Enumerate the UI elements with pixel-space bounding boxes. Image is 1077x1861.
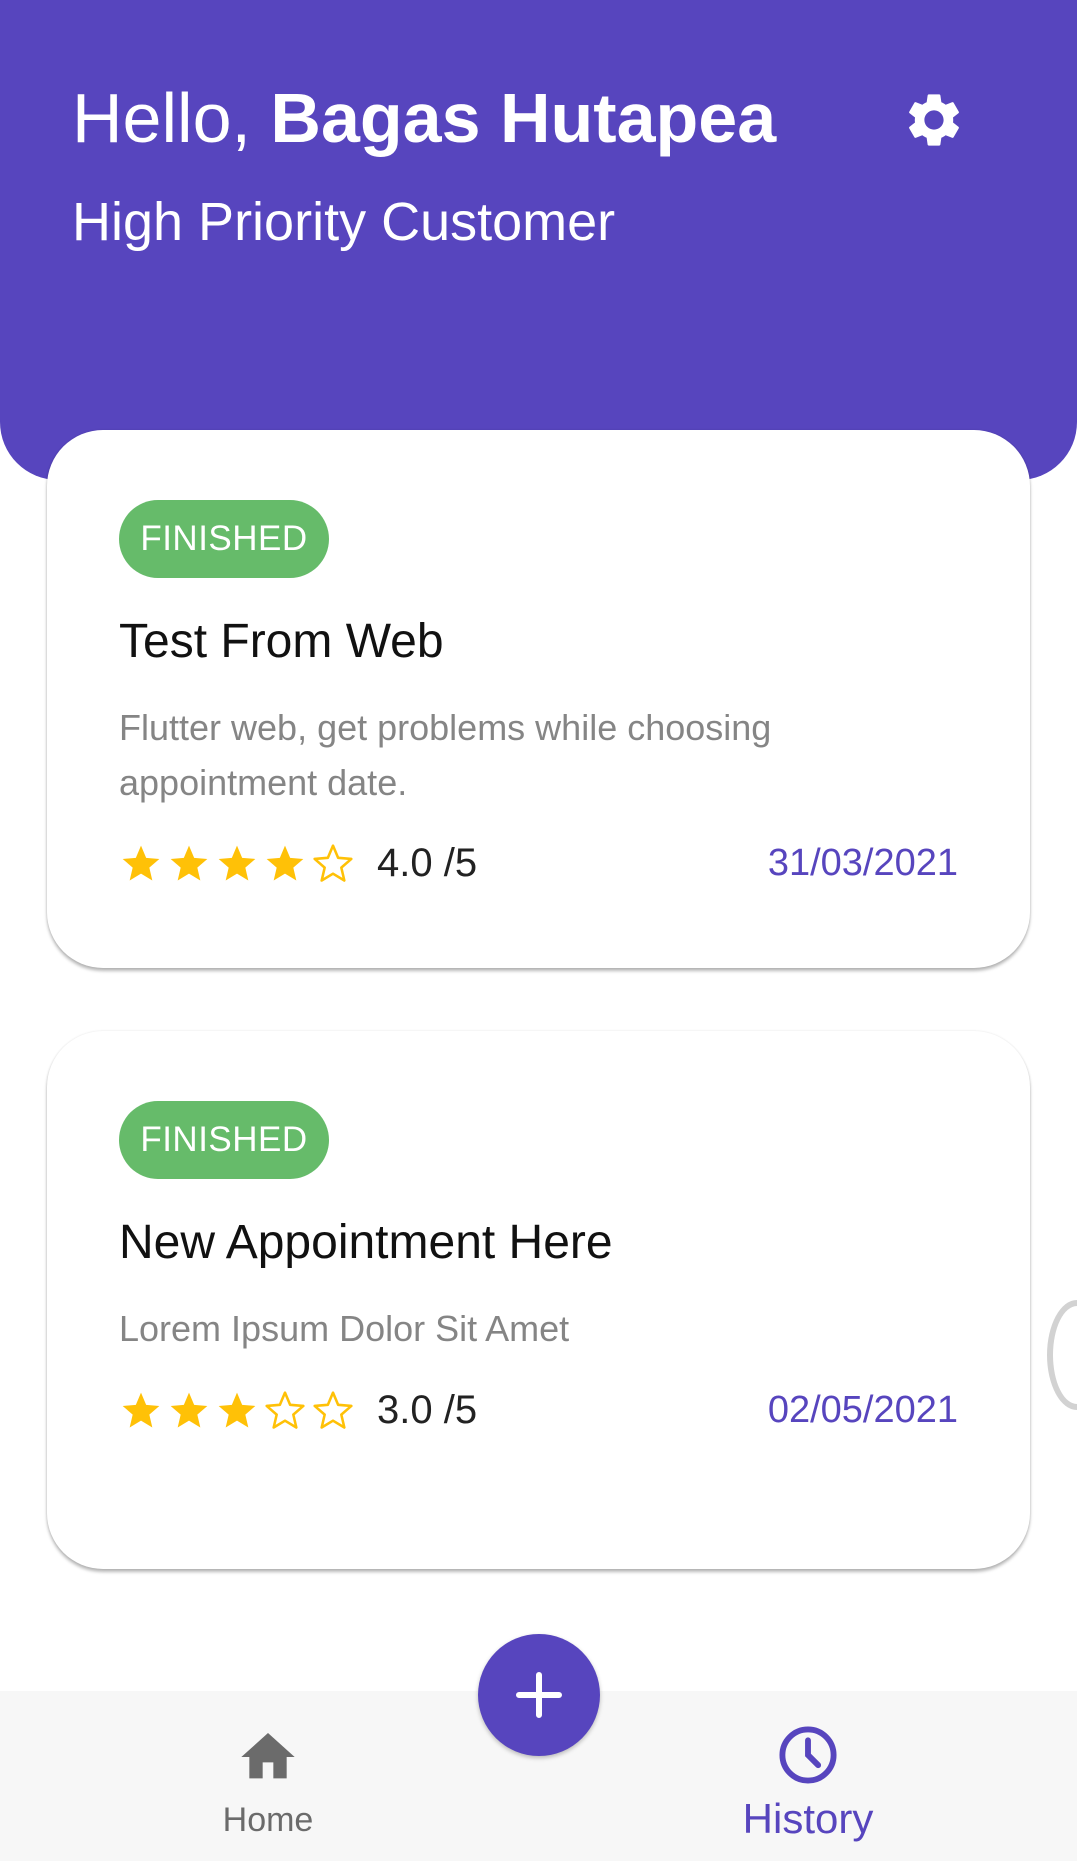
star-rating	[119, 842, 355, 886]
star-outline-icon	[313, 1391, 353, 1429]
nav-label-home: Home	[222, 1801, 314, 1839]
appointment-date: 02/05/2021	[767, 1389, 958, 1431]
greeting: Hello, Bagas Hutapea	[72, 78, 776, 158]
refresh-indicator	[1047, 1300, 1077, 1410]
nav-label-history: History	[742, 1795, 874, 1842]
star-filled-icon	[266, 845, 304, 881]
star-filled-icon	[122, 845, 160, 881]
star-filled-icon	[170, 1392, 208, 1428]
star-filled-icon	[170, 845, 208, 881]
star-filled-icon	[122, 1392, 160, 1428]
appointment-card[interactable]: FINISHED New Appointment Here Lorem Ipsu…	[47, 1031, 1030, 1569]
appointment-description: Lorem Ipsum Dolor Sit Amet	[119, 1308, 570, 1349]
nav-item-history[interactable]: History	[658, 1691, 958, 1861]
appointment-description: Flutter web, get problems while choosing…	[119, 707, 772, 803]
star-outline-icon	[313, 844, 353, 882]
nav-item-home[interactable]: Home	[118, 1691, 418, 1861]
clock-icon	[779, 1726, 837, 1784]
greeting-prefix: Hello,	[72, 79, 271, 157]
user-name: Bagas Hutapea	[270, 79, 777, 157]
header: Hello, Bagas Hutapea High Priority Custo…	[0, 0, 1077, 480]
customer-priority: High Priority Customer	[72, 192, 616, 252]
rating-value: 4.0 /5	[377, 841, 478, 885]
appointment-card[interactable]: FINISHED Test From Web Flutter web, get …	[47, 430, 1030, 968]
star-filled-icon	[218, 845, 256, 881]
home-icon	[241, 1733, 295, 1779]
star-outline-icon	[265, 1391, 305, 1429]
add-appointment-button[interactable]	[478, 1634, 600, 1756]
status-badge: FINISHED	[119, 1101, 329, 1179]
plus-icon	[516, 1672, 562, 1718]
gear-icon	[909, 94, 959, 146]
appointment-title: Test From Web	[119, 615, 444, 668]
star-rating	[119, 1389, 355, 1433]
appointment-date: 31/03/2021	[767, 842, 958, 884]
settings-button[interactable]	[902, 88, 966, 152]
star-filled-icon	[218, 1392, 256, 1428]
appointment-title: New Appointment Here	[119, 1216, 613, 1269]
status-badge: FINISHED	[119, 500, 329, 578]
rating-value: 3.0 /5	[377, 1388, 478, 1432]
